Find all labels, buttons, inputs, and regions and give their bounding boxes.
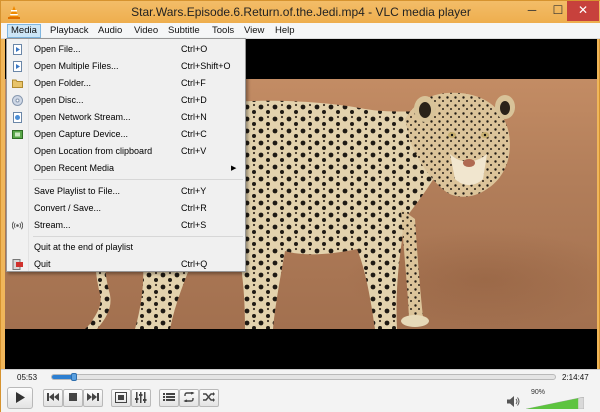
menu-item-shortcut: Ctrl+C: [181, 129, 207, 139]
menu-item-label: Open File...: [34, 44, 81, 54]
menu-tools[interactable]: Tools: [209, 24, 237, 38]
menu-item-open-network-stream[interactable]: Open Network Stream... Ctrl+N: [7, 110, 245, 125]
menu-subtitle[interactable]: Subtitle: [165, 24, 203, 38]
menu-item-label: Open Network Stream...: [34, 112, 131, 122]
menu-item-shortcut: Ctrl+N: [181, 112, 207, 122]
seek-handle[interactable]: [71, 373, 77, 381]
menu-item-save-playlist[interactable]: Save Playlist to File... Ctrl+Y: [7, 184, 245, 199]
menu-playback[interactable]: Playback: [47, 24, 92, 38]
menu-video[interactable]: Video: [131, 24, 161, 38]
volume-slider[interactable]: [526, 397, 584, 409]
total-time: 2:14:47: [562, 373, 589, 382]
network-icon: [13, 112, 22, 123]
menu-item-shortcut: Ctrl+R: [181, 203, 207, 213]
stop-button[interactable]: [63, 389, 83, 407]
seek-slider[interactable]: [51, 373, 556, 381]
menu-item-shortcut: Ctrl+Q: [181, 259, 208, 269]
close-button[interactable]: ✕: [567, 1, 599, 21]
menu-view[interactable]: View: [241, 24, 267, 38]
media-menu-dropdown: Open File... Ctrl+O Open Multiple Files.…: [6, 38, 246, 272]
loop-icon: [183, 392, 195, 402]
menu-media[interactable]: Media: [7, 24, 41, 38]
shuffle-button[interactable]: [199, 389, 219, 407]
menu-item-shortcut: Ctrl+D: [181, 95, 207, 105]
volume-percent: 90%: [531, 389, 546, 396]
fullscreen-icon: [115, 392, 127, 403]
menu-item-label: Open Location from clipboard: [34, 146, 153, 156]
menu-item-open-disc[interactable]: Open Disc... Ctrl+D: [7, 93, 245, 108]
playlist-button[interactable]: [159, 389, 179, 407]
menu-separator: [33, 179, 243, 180]
menu-item-label: Quit: [34, 259, 51, 269]
menu-item-shortcut: Ctrl+S: [181, 220, 207, 230]
menu-item-shortcut: Ctrl+Y: [181, 186, 207, 196]
menu-bar: Media Playback Audio Video Subtitle Tool…: [1, 23, 600, 39]
folder-icon: [12, 79, 23, 88]
menu-item-quit-end-playlist[interactable]: Quit at the end of playlist: [7, 240, 245, 255]
menu-help[interactable]: Help: [272, 24, 298, 38]
quit-icon: [12, 259, 23, 270]
extended-settings-button[interactable]: [131, 389, 151, 407]
menu-item-open-recent-media[interactable]: Open Recent Media ▶: [7, 161, 245, 176]
elapsed-time: 05:53: [17, 373, 38, 382]
menu-item-stream[interactable]: Stream... Ctrl+S: [7, 218, 245, 233]
control-bar: 05:53 2:14:47 90%: [1, 369, 600, 412]
loop-button[interactable]: [179, 389, 199, 407]
menu-item-open-capture-device[interactable]: Open Capture Device... Ctrl+C: [7, 127, 245, 142]
menu-item-open-multiple-files[interactable]: Open Multiple Files... Ctrl+Shift+O: [7, 59, 245, 74]
menu-separator: [33, 236, 243, 237]
menu-item-label: Quit at the end of playlist: [34, 242, 134, 252]
menu-item-shortcut: Ctrl+F: [181, 78, 206, 88]
window-title: Star.Wars.Episode.6.Return.of.the.Jedi.m…: [131, 5, 471, 19]
capture-icon: [12, 130, 23, 139]
previous-button[interactable]: [43, 389, 63, 407]
playlist-icon: [163, 393, 175, 401]
menu-item-label: Save Playlist to File...: [34, 186, 121, 196]
stop-icon: [69, 393, 77, 401]
menu-item-label: Open Disc...: [34, 95, 84, 105]
next-icon: [87, 393, 99, 401]
disc-icon: [12, 95, 23, 106]
menu-item-label: Open Capture Device...: [34, 129, 129, 139]
menu-audio[interactable]: Audio: [95, 24, 125, 38]
menu-item-open-file[interactable]: Open File... Ctrl+O: [7, 42, 245, 57]
shuffle-icon: [203, 392, 215, 402]
file-icon: [13, 44, 22, 55]
menu-item-shortcut: Ctrl+O: [181, 44, 208, 54]
menu-item-quit[interactable]: Quit Ctrl+Q: [7, 257, 245, 272]
menu-item-label: Open Multiple Files...: [34, 61, 119, 71]
files-icon: [13, 61, 22, 72]
menu-item-shortcut: Ctrl+Shift+O: [181, 61, 231, 71]
previous-icon: [47, 393, 59, 401]
menu-item-label: Open Folder...: [34, 78, 92, 88]
play-icon: [16, 392, 25, 403]
menu-item-convert-save[interactable]: Convert / Save... Ctrl+R: [7, 201, 245, 216]
speaker-icon[interactable]: [507, 396, 521, 407]
menu-item-label: Convert / Save...: [34, 203, 102, 213]
next-button[interactable]: [83, 389, 103, 407]
fullscreen-button[interactable]: [111, 389, 131, 407]
title-bar[interactable]: Star.Wars.Episode.6.Return.of.the.Jedi.m…: [1, 1, 600, 23]
minimize-button[interactable]: ─: [519, 1, 545, 21]
menu-item-open-folder[interactable]: Open Folder... Ctrl+F: [7, 76, 245, 91]
play-button[interactable]: [7, 387, 33, 409]
menu-item-label: Stream...: [34, 220, 71, 230]
vlc-window: Star.Wars.Episode.6.Return.of.the.Jedi.m…: [0, 0, 600, 412]
menu-item-label: Open Recent Media: [34, 163, 115, 173]
menu-item-shortcut: Ctrl+V: [181, 146, 207, 156]
submenu-arrow-icon: ▶: [231, 165, 237, 172]
menu-item-open-location-clipboard[interactable]: Open Location from clipboard Ctrl+V: [7, 144, 245, 159]
equalizer-icon: [135, 392, 147, 403]
stream-icon: [12, 221, 23, 230]
